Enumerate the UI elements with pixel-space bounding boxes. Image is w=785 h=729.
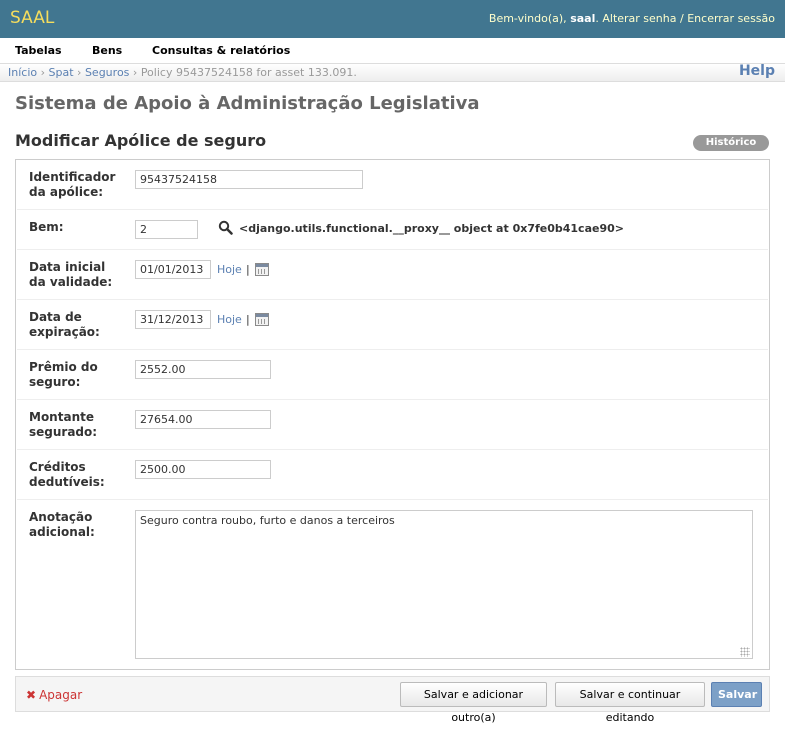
history-button[interactable]: Histórico (693, 135, 769, 151)
row-insured-amount: Montante segurado: (17, 400, 768, 450)
start-date-today-link[interactable]: Hoje (217, 263, 242, 276)
expiry-date-input[interactable] (135, 310, 211, 329)
insured-amount-input[interactable] (135, 410, 271, 429)
row-policy-id: Identificador da apólice: (17, 160, 768, 210)
calendar-icon[interactable] (255, 263, 269, 276)
notes-textarea[interactable]: Seguro contra roubo, furto e danos a ter… (135, 510, 753, 659)
welcome-text: Bem-vindo(a), (488, 12, 567, 25)
calendar-icon[interactable] (255, 313, 269, 326)
row-start-date: Data inicialda validade: Hoje | (17, 250, 768, 300)
brand-title[interactable]: SAAL (10, 8, 54, 28)
asset-label: Bem: (29, 220, 64, 234)
start-date-input[interactable] (135, 260, 211, 279)
row-asset: Bem: <django.utils.functional.__proxy__ … (17, 210, 768, 250)
deductible-input[interactable] (135, 460, 271, 479)
row-premium: Prêmio do seguro: (17, 350, 768, 400)
policy-id-input[interactable] (135, 170, 363, 189)
policy-id-label: Identificador da apólice: (29, 170, 116, 199)
row-expiry-date: Data deexpiração: Hoje | (17, 300, 768, 350)
premium-input[interactable] (135, 360, 271, 379)
submit-row: ✖ Apagar Salvar e adicionar outro(a) Salv… (15, 676, 770, 724)
breadcrumb-home[interactable]: Início (8, 66, 37, 79)
asset-lookup-text: <django.utils.functional.__proxy__ objec… (239, 222, 624, 235)
breadcrumb-current: Policy 95437524158 for asset 133.091. (140, 66, 357, 79)
resize-grip-icon[interactable] (740, 647, 750, 657)
asset-input[interactable] (135, 220, 198, 239)
expiry-date-label: Data de expiração: (29, 310, 100, 339)
change-password-link[interactable]: Alterar senha (602, 12, 676, 25)
premium-label: Prêmio do seguro: (29, 360, 98, 389)
breadcrumb-app[interactable]: Spat (49, 66, 74, 79)
start-date-label: Data inicial da validade: (29, 260, 113, 289)
row-deductible: Créditos dedutíveis: (17, 450, 768, 500)
user-tools: Bem-vindo(a), saal. Alterar senha / Ence… (488, 12, 775, 25)
user-tools-separator: / (680, 12, 684, 25)
row-notes: Anotação adicional: Seguro contra roubo, … (17, 500, 768, 669)
breadcrumb: Início › Spat › Seguros › Policy 9543752… (0, 64, 785, 82)
menu-bar: Tabelas Bens Consultas & relatórios (0, 38, 785, 64)
username: saal (570, 12, 596, 25)
save-button[interactable]: Salvar (711, 682, 762, 707)
deductible-label: Créditos dedutíveis: (29, 460, 105, 489)
help-link[interactable]: Help (739, 63, 775, 79)
menu-item-consultas[interactable]: Consultas & relatórios (152, 44, 290, 57)
notes-label: Anotação adicional: (29, 510, 95, 539)
expiry-date-today-link[interactable]: Hoje (217, 313, 242, 326)
save-and-continue-button[interactable]: Salvar e continuar editando (555, 682, 705, 724)
logout-link[interactable]: Encerrar sessão (687, 12, 775, 25)
expiry-date-separator: | (246, 313, 250, 326)
menu-item-tabelas[interactable]: Tabelas (15, 44, 62, 57)
save-and-add-another-button[interactable]: Salvar e adicionar outro(a) (400, 682, 547, 724)
start-date-separator: | (246, 263, 250, 276)
delete-link[interactable]: ✖ Apagar (26, 688, 82, 702)
delete-label: Apagar (39, 688, 83, 702)
header: SAAL Bem-vindo(a), saal. Alterar senha /… (0, 0, 785, 38)
breadcrumb-model[interactable]: Seguros (85, 66, 129, 79)
insured-amount-label: Montante segurado: (29, 410, 98, 439)
policy-form: Identificadorda apólice: Bem: <django.ut… (15, 159, 770, 670)
magnifier-icon[interactable] (218, 220, 233, 235)
page-title: Modificar Apólice de seguro (15, 131, 267, 150)
delete-x-icon: ✖ (26, 688, 37, 702)
site-title: Sistema de Apoio à Administração Legisla… (15, 93, 480, 114)
menu-item-bens[interactable]: Bens (92, 44, 122, 57)
